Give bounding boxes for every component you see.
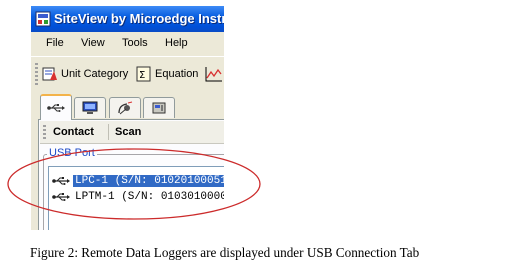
unit-category-icon [42,67,57,81]
subtab-grip[interactable] [43,125,46,139]
usb-icon [52,192,70,201]
equation-button[interactable]: Σ Equation [136,65,198,83]
subtab-separator [108,124,109,140]
list-item-lptm-1[interactable]: LPTM-1 (S/N: 01030100004 [52,189,224,204]
app-icon [35,11,51,27]
svg-text:Σ: Σ [139,70,145,81]
monitor-icon [82,101,98,114]
list-item-lpc-1[interactable]: LPC-1 (S/N: 01020100051 [52,173,224,188]
toolbar-grip[interactable] [35,63,38,85]
subtab-bar: Contact Scan [40,121,224,144]
menu-file[interactable]: File [46,37,64,49]
connection-tabs [31,94,224,120]
chart-button[interactable] [205,65,224,83]
title-bar[interactable]: SiteView by Microedge Instr [31,6,224,32]
figure-caption: Figure 2: Remote Data Loggers are displa… [30,245,420,260]
subtab-contact[interactable]: Contact [53,126,94,138]
usb-port-label: USB Port [47,147,97,159]
device-label: LPC-1 (S/N: 01020100051 [73,174,224,187]
tab-satellite[interactable] [109,97,141,118]
menu-help[interactable]: Help [165,37,188,49]
menu-tools[interactable]: Tools [122,37,148,49]
tab-usb[interactable] [40,94,72,120]
menu-bar: File View Tools Help [31,33,224,53]
device-label: LPTM-1 (S/N: 01030100004 [75,190,224,203]
tab-device[interactable] [143,97,175,118]
device-icon [152,102,166,114]
tab-monitor[interactable] [74,97,106,118]
application-window: SiteView by Microedge Instr File View To… [31,6,224,230]
subtab-scan[interactable]: Scan [115,126,141,138]
unit-category-label: Unit Category [61,68,129,80]
device-list[interactable]: LPC-1 (S/N: 01020100051 LPTM-1 (S/N: 010… [48,166,224,230]
window-title: SiteView by Microedge Instr [54,11,224,26]
usb-icon [52,176,70,185]
equation-icon: Σ [136,66,151,82]
equation-label: Equation [155,68,199,80]
chart-icon [205,67,222,82]
satellite-icon [118,101,133,115]
usb-icon [47,104,65,112]
menu-view[interactable]: View [81,37,105,49]
toolbar: Unit Category Σ Equation [31,56,224,91]
unit-category-button[interactable]: Unit Category [42,65,128,83]
